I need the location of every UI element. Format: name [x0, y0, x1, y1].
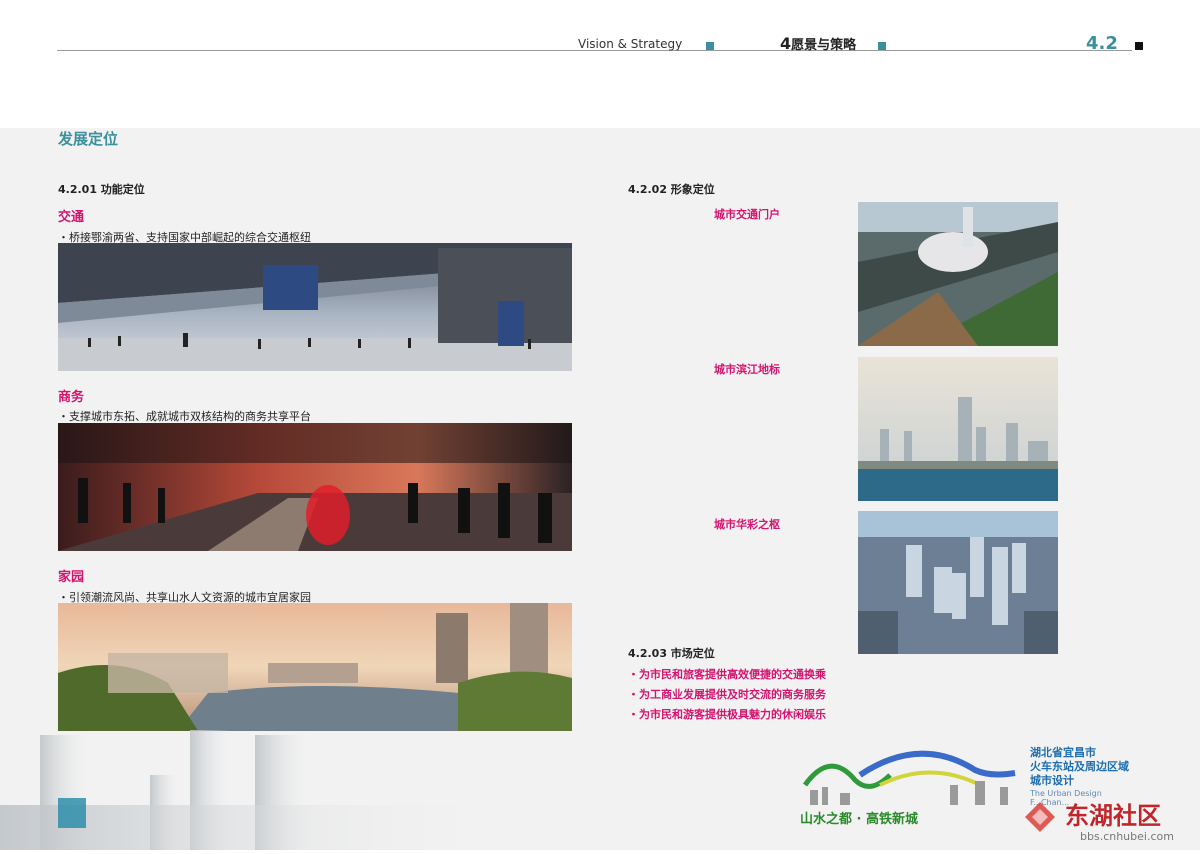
header-marker	[706, 42, 714, 50]
image-positioning-heading: 4.2.02 形象定位	[628, 183, 715, 196]
watermark-logo-icon	[1020, 797, 1060, 837]
category-transport: 交通	[58, 210, 85, 225]
section-number: 4.2	[1086, 33, 1118, 54]
header-end-block	[1135, 42, 1143, 50]
aerial-city-image	[858, 511, 1058, 654]
page-title: 发展定位	[58, 130, 119, 148]
market-heading: 4.2.03 市场定位	[628, 647, 715, 660]
livable-home-image	[58, 603, 572, 731]
watermark-name: 东湖社区	[1065, 802, 1161, 830]
watermark-url: bbs.cnhubei.com	[1080, 830, 1174, 843]
header-chapter: 4愿景与策略	[780, 34, 856, 53]
transport-hub-image	[58, 243, 572, 371]
label-transport-gateway: 城市交通门户	[714, 208, 780, 221]
business-platform-image	[58, 423, 572, 551]
project-slogan: 山水之都 · 高铁新城	[800, 812, 918, 827]
chapter-title: 愿景与策略	[791, 38, 857, 53]
label-colorful-hub: 城市华彩之枢	[714, 518, 780, 531]
label-riverside-landmark: 城市滨江地标	[714, 363, 780, 376]
category-home: 家园	[58, 570, 85, 585]
aerial-station-image	[858, 202, 1058, 346]
project-title-line-1: 湖北省宜昌市	[1030, 746, 1096, 759]
functional-heading: 4.2.01 功能定位	[58, 183, 145, 196]
category-business: 商务	[58, 390, 85, 405]
market-item-3: ・为市民和游客提供极具魅力的休闲娱乐	[628, 708, 826, 721]
riverside-skyline-image	[858, 357, 1058, 501]
project-title-line-3: 城市设计	[1030, 774, 1074, 787]
market-item-2: ・为工商业发展提供及时交流的商务服务	[628, 688, 826, 701]
business-bullet: ・支撑城市东拓、成就城市双核结构的商务共享平台	[58, 410, 311, 423]
header-english-title: Vision & Strategy	[578, 37, 683, 51]
project-title-line-2: 火车东站及周边区域	[1030, 760, 1129, 773]
chapter-number: 4	[780, 34, 792, 53]
faded-cityscape	[0, 715, 500, 850]
market-item-1: ・为市民和旅客提供高效便捷的交通换乘	[628, 668, 826, 681]
project-title: 湖北省宜昌市 火车东站及周边区域 城市设计	[1030, 746, 1129, 788]
header-marker	[878, 42, 886, 50]
